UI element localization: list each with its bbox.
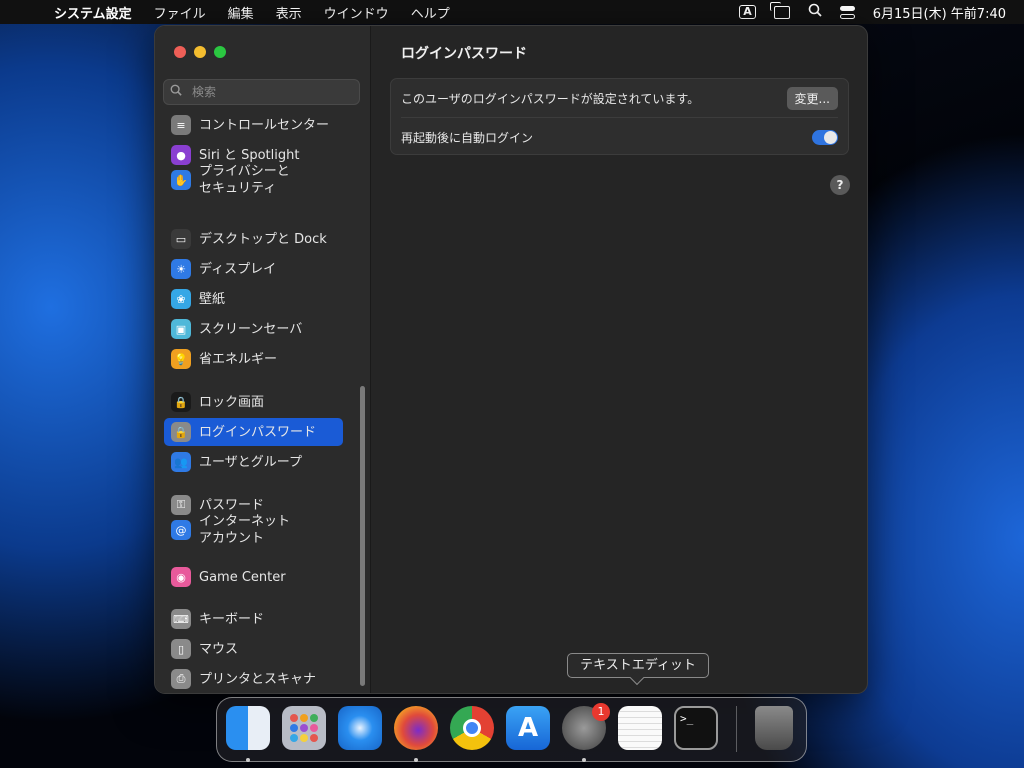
- sidebar-item-label: 壁紙: [199, 291, 226, 307]
- system-settings-running-indicator: [582, 758, 586, 762]
- sidebar-item-label: プライバシーと セキュリティ: [199, 164, 290, 196]
- menubar-clock[interactable]: 6月15日(木) 午前7:40: [873, 3, 1006, 22]
- wallpaper-icon: ❀: [171, 289, 191, 309]
- autologin-toggle[interactable]: [812, 129, 838, 145]
- password-status-text: このユーザのログインパスワードが設定されています。: [401, 91, 700, 106]
- sidebar-item-label: プリンタとスキャナ: [199, 671, 317, 687]
- menu-help[interactable]: ヘルプ: [411, 3, 450, 22]
- close-button[interactable]: [174, 46, 186, 58]
- sidebar-item[interactable]: ⎙ プリンタとスキャナ: [164, 665, 343, 693]
- change-password-button[interactable]: 変更...: [786, 86, 838, 110]
- chrome-icon[interactable]: [450, 706, 494, 750]
- users-icon: 👥: [171, 452, 191, 472]
- zoom-button[interactable]: [214, 46, 226, 58]
- display-icon: ☀: [171, 259, 191, 279]
- sidebar-item[interactable]: 🔒 ロック画面: [164, 388, 343, 416]
- sidebar-item[interactable]: ✋ プライバシーと セキュリティ: [164, 161, 343, 199]
- printer-icon: ⎙: [171, 669, 191, 689]
- sidebar-item[interactable]: ☀ ディスプレイ: [164, 255, 343, 283]
- page-title: ログインパスワード: [401, 46, 527, 62]
- menu-file[interactable]: ファイル: [154, 3, 206, 22]
- sidebar-item[interactable]: ⌨ キーボード: [164, 605, 343, 633]
- sidebar-item-label: ログインパスワード: [199, 424, 317, 440]
- mouse-icon: ▯: [171, 639, 191, 659]
- main-pane: ログインパスワード このユーザのログインパスワードが設定されています。 変更..…: [370, 26, 867, 693]
- system-settings-icon[interactable]: 1: [562, 703, 610, 750]
- dock-tooltip: テキストエディット: [567, 653, 709, 678]
- screensaver-icon: ▣: [171, 319, 191, 339]
- dock-separator: [736, 706, 737, 752]
- menu-bar: システム設定 ファイル 編集 表示 ウインドウ ヘルプ A 6月15日(木) 午…: [0, 0, 1024, 24]
- sidebar-item-label: キーボード: [199, 611, 265, 627]
- lock-screen-icon: 🔒: [171, 392, 191, 412]
- sidebar-item[interactable]: 🔒 ログインパスワード: [164, 418, 343, 446]
- launchpad-icon[interactable]: [282, 706, 326, 750]
- app-store-icon[interactable]: A: [506, 706, 550, 750]
- sidebar-item-label: マウス: [199, 641, 239, 657]
- sidebar-item[interactable]: ▭ デスクトップと Dock: [164, 225, 343, 253]
- terminal-icon[interactable]: >_: [674, 706, 718, 750]
- firefox-running-indicator: [414, 758, 418, 762]
- sidebar-item[interactable]: ❀ 壁紙: [164, 285, 343, 313]
- notification-badge: 1: [592, 703, 610, 721]
- dock: A 1 >_: [216, 697, 807, 762]
- menu-edit[interactable]: 編集: [228, 3, 254, 22]
- sidebar-item-label: ユーザとグループ: [199, 454, 302, 470]
- firefox-icon[interactable]: [394, 706, 438, 750]
- settings-window: ≡コントロールセンター●Siri と Spotlight✋プライバシーと セキュ…: [154, 25, 868, 694]
- sidebar-item-label: Game Center: [199, 569, 286, 585]
- window-controls: [174, 46, 226, 58]
- sidebar-item[interactable]: @ インターネット アカウント: [164, 511, 343, 549]
- search-input[interactable]: [190, 84, 354, 100]
- autologin-label: 再起動後に自動ログイン: [401, 130, 534, 145]
- password-row: このユーザのログインパスワードが設定されています。 変更...: [401, 79, 838, 117]
- screen-mirroring-icon[interactable]: [769, 1, 790, 19]
- finder-running-indicator: [246, 758, 250, 762]
- sidebar-scrollbar[interactable]: [360, 386, 365, 686]
- sidebar-search[interactable]: [163, 79, 360, 105]
- menu-view[interactable]: 表示: [276, 3, 302, 22]
- minimize-button[interactable]: [194, 46, 206, 58]
- spotlight-search-icon[interactable]: [808, 3, 822, 21]
- sidebar-item[interactable]: ▣ スクリーンセーバ: [164, 315, 343, 343]
- sidebar-item-label: デスクトップと Dock: [199, 231, 327, 247]
- desktop-dock-icon: ▭: [171, 229, 191, 249]
- keyboard-icon: ⌨: [171, 609, 191, 629]
- hand-icon: ✋: [171, 170, 191, 190]
- sidebar-item[interactable]: ◉ Game Center: [164, 563, 343, 591]
- lock-icon: 🔒: [171, 422, 191, 442]
- sidebar-item-label: ディスプレイ: [199, 261, 277, 277]
- sidebar-item-label: ロック画面: [199, 394, 265, 410]
- login-password-card: このユーザのログインパスワードが設定されています。 変更... 再起動後に自動ロ…: [390, 78, 849, 155]
- menu-window[interactable]: ウインドウ: [324, 3, 389, 22]
- control-center-icon[interactable]: [839, 5, 855, 19]
- search-icon: [170, 84, 190, 100]
- input-source-icon[interactable]: A: [739, 5, 756, 19]
- sidebar-item-label: インターネット アカウント: [199, 514, 291, 546]
- menu-app-name[interactable]: システム設定: [54, 3, 132, 22]
- textedit-icon[interactable]: [618, 706, 662, 750]
- at-icon: @: [171, 520, 191, 540]
- help-button[interactable]: ?: [830, 175, 850, 195]
- autologin-row: 再起動後に自動ログイン: [401, 117, 838, 156]
- game-center-icon: ◉: [171, 567, 191, 587]
- sidebar-item-label: スクリーンセーバ: [199, 321, 303, 337]
- sidebar-item-label: 省エネルギー: [199, 351, 278, 367]
- finder-icon[interactable]: [226, 706, 270, 750]
- lightbulb-icon: 💡: [171, 349, 191, 369]
- safari-icon[interactable]: [338, 706, 382, 750]
- sidebar-item[interactable]: 💡 省エネルギー: [164, 345, 343, 373]
- trash-icon[interactable]: [755, 706, 793, 750]
- sidebar-item[interactable]: ≡ コントロールセンター: [164, 111, 343, 139]
- sidebar-item-label: コントロールセンター: [199, 117, 330, 133]
- control-center-icon: ≡: [171, 115, 191, 135]
- sidebar-item[interactable]: 👥 ユーザとグループ: [164, 448, 343, 476]
- sidebar: ≡コントロールセンター●Siri と Spotlight✋プライバシーと セキュ…: [155, 26, 371, 693]
- sidebar-item[interactable]: ▯ マウス: [164, 635, 343, 663]
